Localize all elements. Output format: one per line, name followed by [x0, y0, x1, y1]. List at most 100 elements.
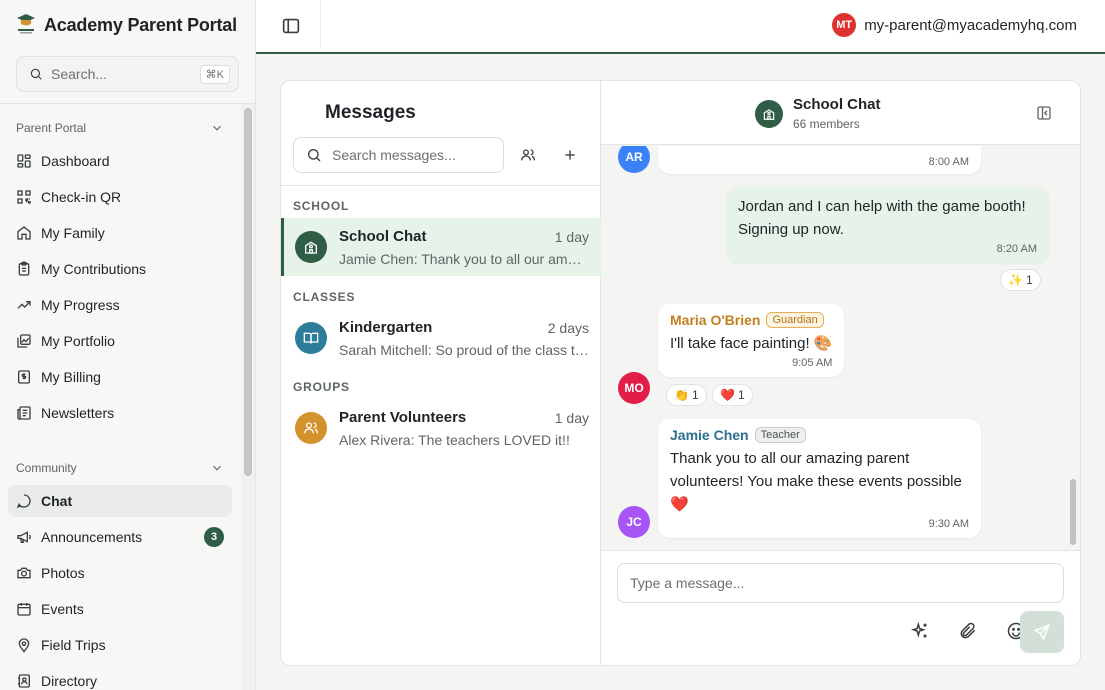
conversation-time: 2 days: [547, 320, 589, 336]
user-email: my-parent@myacademyhq.com: [864, 16, 1077, 34]
sidebar-item-label: Events: [41, 601, 84, 617]
sidebar-toggle-icon[interactable]: [280, 15, 302, 37]
map-pin-icon: [18, 638, 30, 653]
sidebar-item-my-portfolio[interactable]: My Portfolio: [8, 325, 232, 357]
message-sender-row: Maria O'Brien Guardian: [670, 312, 832, 328]
home-icon: [17, 226, 31, 240]
sidebar-item-label: My Contributions: [41, 261, 147, 277]
sidebar-item-label: Directory: [41, 673, 98, 689]
sidebar-item-my-billing[interactable]: My Billing: [8, 361, 232, 393]
chevron-down-icon: [213, 465, 221, 471]
sidebar-search[interactable]: Search... ⌘K: [16, 56, 239, 92]
page-title: Messages: [325, 102, 416, 123]
academy-logo-icon: [17, 14, 35, 34]
app-title: Academy Parent Portal: [44, 14, 237, 35]
reaction-clap[interactable]: 👏 1: [666, 384, 707, 406]
paperclip-icon[interactable]: [958, 621, 978, 641]
message-text: I'll take face painting! 🎨: [670, 335, 833, 352]
sidebar-item-label: Announcements: [41, 529, 143, 545]
conversation-parent-volunteers[interactable]: Parent Volunteers 1 day Alex Rivera: The…: [281, 399, 601, 457]
message-time: 9:30 AM: [928, 518, 969, 530]
sidebar-search-placeholder: Search...: [51, 66, 108, 82]
user-menu[interactable]: MT my-parent@myacademyhq.com: [832, 13, 1077, 37]
sidebar-item-chat[interactable]: Chat: [8, 485, 232, 517]
sender-name[interactable]: Jamie Chen: [670, 427, 749, 443]
members-button[interactable]: [513, 140, 543, 170]
sidebar-item-my-contributions[interactable]: My Contributions: [8, 253, 232, 285]
sidebar-item-label: My Family: [41, 225, 105, 241]
clap-emoji: 👏: [674, 388, 689, 402]
topbar-separator: [320, 0, 321, 48]
reaction-sparkles[interactable]: ✨ 1: [1000, 269, 1041, 291]
sidebar-item-field-trips[interactable]: Field Trips: [8, 629, 232, 661]
group-label-school: SCHOOL: [293, 199, 350, 213]
avatar: MT: [832, 13, 857, 37]
role-badge: Guardian: [766, 312, 824, 328]
reaction-count: 1: [737, 388, 745, 402]
chat-icon: [16, 494, 31, 509]
avatar[interactable]: JC: [618, 506, 650, 538]
sidebar-item-photos[interactable]: Photos: [8, 557, 232, 589]
message-time: 8:00 AM: [928, 156, 969, 168]
message-input[interactable]: Type a message...: [617, 563, 1064, 603]
sidebar-item-label: Photos: [41, 565, 85, 581]
conversation-list-pane: Messages Search messages... SCHOOL Schoo…: [281, 81, 601, 665]
message-search-placeholder: Search messages...: [332, 147, 456, 163]
clipboard-icon: [18, 261, 30, 276]
plus-icon: [565, 150, 575, 160]
conversation-school-chat[interactable]: School Chat 1 day Jamie Chen: Thank you …: [281, 218, 601, 276]
brand[interactable]: Academy Parent Portal: [16, 13, 240, 37]
sidebar-item-my-progress[interactable]: My Progress: [8, 289, 232, 321]
group-label-groups: GROUPS: [293, 380, 350, 394]
sidebar-item-announcements[interactable]: Announcements 3: [8, 521, 232, 553]
sidebar-item-check-in-qr[interactable]: Check-in QR: [8, 181, 232, 213]
sidebar-item-label: Check-in QR: [41, 189, 122, 205]
message-composer: Type a message...: [601, 550, 1080, 665]
users-icon: [295, 412, 327, 444]
conversation-preview: Alex Rivera: The teachers LOVED it!!: [339, 432, 570, 448]
reaction-heart[interactable]: ❤️ 1: [712, 384, 753, 406]
panel-toggle-icon[interactable]: [1035, 104, 1053, 122]
avatar[interactable]: AR: [618, 146, 650, 173]
sidebar-item-newsletters[interactable]: Newsletters: [8, 397, 232, 429]
sidebar-item-label: My Portfolio: [41, 333, 115, 349]
conversation-preview: Jamie Chen: Thank you to all our amazing…: [339, 251, 589, 267]
chat-scrollbar-thumb[interactable]: [1070, 479, 1076, 545]
search-icon: [308, 149, 321, 162]
sidebar-item-label: My Billing: [41, 369, 101, 385]
sidebar-item-my-family[interactable]: My Family: [8, 217, 232, 249]
message-search-input[interactable]: Search messages...: [293, 137, 504, 173]
dashboard-icon: [17, 154, 31, 168]
conversation-preview: Sarah Mitchell: So proud of the class to…: [339, 342, 589, 358]
sidebar-item-directory[interactable]: Directory: [8, 665, 232, 690]
sparkles-emoji: ✨: [1008, 273, 1023, 287]
sidebar-item-dashboard[interactable]: Dashboard: [8, 145, 232, 177]
message-bubble: Jamie Chen Teacher Thank you to all our …: [658, 419, 981, 538]
camera-icon: [17, 567, 31, 579]
messages-card: Messages Search messages... SCHOOL Schoo…: [280, 80, 1081, 666]
sidebar-scrollbar-thumb[interactable]: [244, 108, 252, 476]
top-bar: MT my-parent@myacademyhq.com: [256, 0, 1105, 54]
new-conversation-button[interactable]: [555, 140, 585, 170]
conversation-kindergarten[interactable]: Kindergarten 2 days Sarah Mitchell: So p…: [281, 309, 601, 367]
conversation-name: Parent Volunteers: [339, 409, 467, 426]
chat-message-list[interactable]: 8:00 AM AR Jordan and I can help with th…: [601, 146, 1080, 550]
directory-icon: [18, 674, 30, 688]
announcements-count-badge: 3: [204, 527, 224, 547]
list-divider: [281, 185, 601, 186]
sidebar-item-label: Chat: [41, 493, 73, 509]
avatar[interactable]: MO: [618, 372, 650, 404]
conversation-name: Kindergarten: [339, 319, 433, 336]
school-icon: [755, 100, 783, 128]
nav-section-community[interactable]: Community: [16, 461, 224, 475]
sender-name[interactable]: Maria O'Brien: [670, 312, 760, 328]
chat-title: School Chat: [793, 96, 881, 113]
reaction-count: 1: [1025, 273, 1033, 287]
sidebar-item-events[interactable]: Events: [8, 593, 232, 625]
message-text: Thank you to all our amazing parent volu…: [670, 450, 962, 513]
send-button[interactable]: [1020, 611, 1064, 653]
nav-section-parent-portal[interactable]: Parent Portal: [16, 121, 224, 135]
qr-code-icon: [17, 190, 31, 204]
chat-header: School Chat 66 members: [601, 81, 1080, 145]
sparkles-icon[interactable]: [910, 621, 930, 641]
